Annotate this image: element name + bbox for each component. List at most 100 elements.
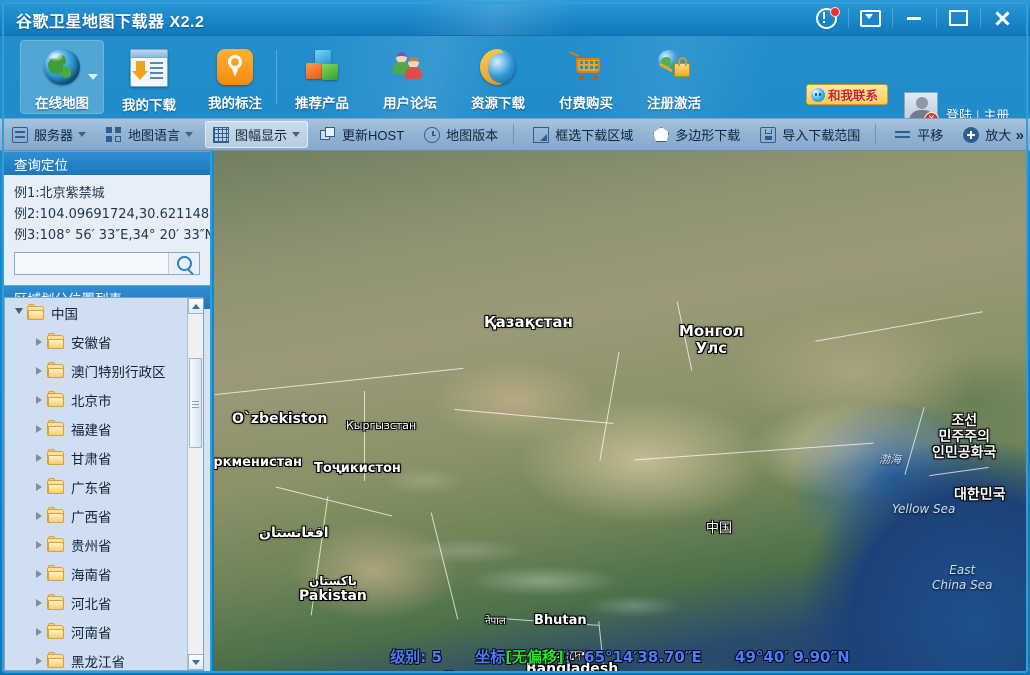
- expander-icon[interactable]: [31, 628, 47, 636]
- ribbon-item-register-activate[interactable]: 注册激活: [637, 40, 711, 114]
- search-icon: [177, 256, 192, 271]
- expander-icon[interactable]: [31, 512, 47, 520]
- toolbar-item-update-host[interactable]: 更新HOST: [312, 121, 412, 148]
- search-row: [14, 252, 200, 275]
- toolbar-item-polygon-download[interactable]: 多边形下载: [645, 121, 748, 148]
- window-title: 谷歌卫星地图下载器 X2.2: [16, 8, 204, 32]
- map-label-bhutan: Bhutan: [534, 613, 587, 628]
- folder-icon: [47, 654, 64, 668]
- toolbar-item-zoom-in[interactable]: 放大: [955, 121, 1019, 148]
- ribbon-item-my-downloads[interactable]: 我的下载: [112, 40, 186, 114]
- register-link[interactable]: 主册: [983, 108, 1009, 118]
- alert-button[interactable]: [804, 3, 848, 33]
- folder-icon: [47, 335, 64, 349]
- tree-node-guangdong[interactable]: 广东省: [5, 472, 188, 501]
- region-tree-scrollbar[interactable]: [187, 298, 203, 670]
- minimize-icon: [907, 17, 921, 20]
- toolbar-item-rect-download-area[interactable]: 框选下载区域: [525, 121, 641, 148]
- shopping-cart-icon: [568, 49, 604, 85]
- ribbon-item-user-forum[interactable]: 用户论坛: [373, 40, 447, 114]
- maximize-button[interactable]: [936, 3, 980, 33]
- status-latitude: 49°40′ 9.90″N: [735, 648, 850, 666]
- ribbon-item-recommended-products[interactable]: 推荐产品: [285, 40, 359, 114]
- window-controls: [804, 0, 1024, 36]
- windows-copy-icon: [320, 127, 336, 143]
- scrollbar-thumb[interactable]: [189, 358, 202, 448]
- toolbar-item-tile-display[interactable]: 图幅显示: [205, 121, 308, 148]
- expander-icon[interactable]: [31, 570, 47, 578]
- scroll-up-button[interactable]: [188, 298, 204, 314]
- maximize-icon: [949, 10, 968, 26]
- ribbon-item-my-markers[interactable]: 我的标注: [198, 40, 272, 114]
- toolbar-item-import-range[interactable]: 导入下载范围: [752, 121, 868, 148]
- contact-me-label: 和我联系: [828, 85, 878, 104]
- close-icon: [994, 10, 1011, 27]
- map-label-kazakhstan: Қазақстан: [484, 313, 573, 331]
- expander-icon[interactable]: [31, 338, 47, 346]
- avatar[interactable]: ✕: [904, 92, 938, 118]
- toolbar-divider: [875, 124, 876, 145]
- chevron-down-icon[interactable]: [88, 74, 98, 80]
- chat-bubble-icon: [811, 88, 825, 102]
- expander-icon[interactable]: [31, 657, 47, 665]
- search-input[interactable]: [15, 253, 168, 274]
- expander-icon[interactable]: [31, 425, 47, 433]
- search-button[interactable]: [168, 253, 199, 274]
- map-label-bohai-sea: 渤海: [879, 451, 901, 467]
- query-example-3: 例3:108° 56′ 33″E,34° 20′ 33″N: [14, 225, 200, 246]
- folder-icon: [47, 538, 64, 552]
- minimize-button[interactable]: [892, 3, 936, 33]
- contact-me-button[interactable]: 和我联系: [806, 84, 888, 105]
- map-label-uzbekistan: O`zbekiston: [232, 411, 327, 427]
- tree-node-beijing[interactable]: 北京市: [5, 385, 188, 414]
- tree-node-macau[interactable]: 澳门特别行政区: [5, 356, 188, 385]
- toolbar-overflow-button[interactable]: »: [1016, 127, 1024, 144]
- satellite-map-canvas[interactable]: Қазақстан Монгол Улс O`zbekiston Кыргызс…: [214, 151, 1026, 671]
- tree-node-heilongjiang[interactable]: 黑龙江省: [5, 646, 188, 670]
- minimize-to-tray-button[interactable]: [848, 3, 892, 33]
- toolbar-item-pan[interactable]: 平移: [887, 121, 951, 148]
- toolbar-item-server[interactable]: 服务器: [4, 121, 94, 148]
- toolbar-label-tile-display: 图幅显示: [235, 125, 287, 144]
- expander-icon[interactable]: [31, 367, 47, 375]
- server-icon: [12, 127, 28, 143]
- tree-node-hebei[interactable]: 河北省: [5, 588, 188, 617]
- tree-node-hainan[interactable]: 海南省: [5, 559, 188, 588]
- expander-icon[interactable]: [31, 396, 47, 404]
- ribbon-label-my-markers: 我的标注: [208, 92, 262, 112]
- expander-icon-open[interactable]: [11, 308, 27, 318]
- region-tree: 中国 安徽省 澳门特别行政区 北京市 福建省: [4, 297, 204, 671]
- toolbar-item-map-language[interactable]: 地图语言: [98, 121, 201, 148]
- toolbar-item-map-version[interactable]: 地图版本: [416, 121, 506, 148]
- avatar-head-icon: [916, 97, 928, 109]
- folder-icon: [47, 364, 64, 378]
- close-button[interactable]: [980, 3, 1024, 33]
- toolbar-label-map-language: 地图语言: [128, 125, 180, 144]
- expander-icon[interactable]: [31, 454, 47, 462]
- ribbon-label-my-downloads: 我的下载: [122, 94, 176, 114]
- toolbar-label-server: 服务器: [34, 125, 73, 144]
- expander-icon[interactable]: [31, 483, 47, 491]
- tree-node-henan[interactable]: 河南省: [5, 617, 188, 646]
- query-panel-header: 查询定位: [4, 151, 210, 175]
- tree-node-gansu[interactable]: 甘肃省: [5, 443, 188, 472]
- login-link[interactable]: 登陆: [946, 108, 972, 118]
- scroll-down-button[interactable]: [188, 654, 204, 670]
- ribbon-item-online-map[interactable]: 在线地图: [20, 40, 104, 114]
- import-icon: [760, 127, 776, 143]
- users-icon: [392, 49, 428, 85]
- tree-node-label: 河北省: [71, 593, 112, 613]
- map-label-tajikistan: Тоҷикистон: [314, 461, 401, 476]
- chevron-down-icon: [292, 132, 300, 137]
- folder-icon: [47, 625, 64, 639]
- tree-node-guangxi[interactable]: 广西省: [5, 501, 188, 530]
- ribbon-item-resource-download[interactable]: 资源下载: [461, 40, 535, 114]
- expander-icon[interactable]: [31, 599, 47, 607]
- tree-node-guizhou[interactable]: 贵州省: [5, 530, 188, 559]
- expander-icon[interactable]: [31, 541, 47, 549]
- tree-node-anhui[interactable]: 安徽省: [5, 327, 188, 356]
- tree-node-fujian[interactable]: 福建省: [5, 414, 188, 443]
- ribbon-item-purchase[interactable]: 付费购买: [549, 40, 623, 114]
- folder-icon: [47, 393, 64, 407]
- tree-node-china[interactable]: 中国: [5, 298, 188, 327]
